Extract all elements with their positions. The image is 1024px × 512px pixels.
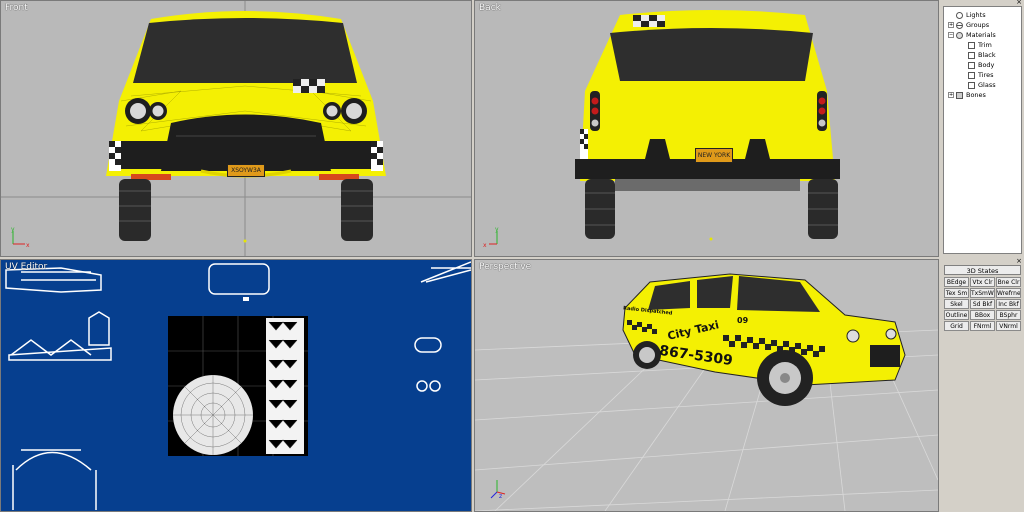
tree-item-groups[interactable]: + Groups [948, 20, 989, 30]
state-button-fnrml[interactable]: FNrml [970, 321, 995, 331]
svg-text:x: x [26, 242, 30, 249]
material-item-icon [968, 61, 975, 69]
state-button-vnrml[interactable]: VNrml [996, 321, 1021, 331]
material-icon [956, 31, 963, 39]
state-button-bbox[interactable]: BBox [970, 310, 995, 320]
state-button-vtx-clr[interactable]: Vtx Clr [970, 277, 995, 287]
tree-spacer [960, 52, 966, 58]
tree-item-bones[interactable]: + Bones [948, 90, 986, 100]
tree-item-label: Trim [978, 41, 992, 49]
tree-item-trim[interactable]: Trim [960, 40, 992, 50]
viewport-label-front: Front [5, 3, 28, 13]
light-icon [956, 11, 963, 19]
svg-text:x: x [483, 242, 487, 249]
front-viewport[interactable]: Front y x XSOYW3A [0, 0, 472, 257]
tree-item-label: Tires [978, 71, 994, 79]
tree-spacer [960, 62, 966, 68]
uv-layout [5, 261, 471, 510]
tree-item-label: Body [978, 61, 995, 69]
tree-item-label: Black [978, 51, 996, 59]
back-car-render: y x [483, 10, 840, 249]
state-button-outline[interactable]: Outline [944, 310, 969, 320]
back-license-plate: NEW YORK [695, 148, 733, 163]
expand-toggle-icon[interactable]: − [948, 32, 954, 38]
state-button-skel[interactable]: Skel [944, 299, 969, 309]
tree-item-label: Groups [966, 21, 990, 29]
material-item-icon [968, 51, 975, 59]
state-button-sd-bkf[interactable]: Sd Bkf [970, 299, 995, 309]
roof-number-text: 09 [737, 316, 749, 325]
tree-item-glass[interactable]: Glass [960, 80, 996, 90]
expand-toggle-icon[interactable]: + [948, 92, 954, 98]
tree-spacer [948, 12, 954, 18]
tree-item-tires[interactable]: Tires [960, 70, 994, 80]
state-button-tex-sm[interactable]: Tex Sm [944, 288, 969, 298]
3d-states-panel: × 3D States BEdge Vtx Clr Bne Clr Tex Sm TxS… [941, 258, 1024, 512]
tree-item-black[interactable]: Black [960, 50, 996, 60]
viewport-label-back: Back [479, 3, 501, 13]
tree-spacer [960, 72, 966, 78]
state-button-grid[interactable]: Grid [944, 321, 969, 331]
expand-toggle-icon[interactable]: + [948, 22, 954, 28]
tree-item-label: Materials [966, 31, 996, 39]
tree-item-materials[interactable]: − Materials [948, 30, 996, 40]
svg-text:z: z [499, 493, 502, 500]
state-button-wrefrne[interactable]: Wrefrne [996, 288, 1021, 298]
tree-item-label: Lights [966, 11, 986, 19]
state-button-bsphr[interactable]: BSphr [996, 310, 1021, 320]
uv-editor-viewport[interactable]: UV Editor [0, 259, 472, 512]
svg-text:y: y [11, 226, 15, 233]
viewport-label-perspective: Perspective [479, 262, 532, 272]
scene-tree-panel: × Lights + Groups − Materials Trim Black Body Ti… [941, 0, 1024, 257]
tree-item-lights[interactable]: Lights [948, 10, 986, 20]
perspective-viewport[interactable]: Perspective z City Taxi 867-5309 Radio D… [474, 259, 939, 512]
material-item-icon [968, 41, 975, 49]
3d-states-title: 3D States [944, 265, 1021, 275]
state-button-bne-clr[interactable]: Bne Clr [996, 277, 1021, 287]
material-item-icon [968, 81, 975, 89]
tree-item-body[interactable]: Body [960, 60, 994, 70]
tree-item-label: Glass [978, 81, 996, 89]
front-car-render: y x [1, 1, 471, 256]
scene-tree[interactable]: Lights + Groups − Materials Trim Black Body Tire… [943, 6, 1022, 254]
tree-spacer [960, 42, 966, 48]
back-viewport[interactable]: Back y x NEW YORK [474, 0, 939, 257]
bone-icon [956, 91, 963, 99]
material-item-icon [968, 71, 975, 79]
state-button-bedge[interactable]: BEdge [944, 277, 969, 287]
viewport-label-uv-editor: UV Editor [5, 262, 48, 272]
state-button-txsmwr[interactable]: TxSmWr [970, 288, 995, 298]
tree-item-label: Bones [966, 91, 986, 99]
tree-spacer [960, 82, 966, 88]
svg-text:y: y [495, 226, 499, 233]
perspective-car-render: z [475, 273, 938, 511]
close-icon[interactable]: × [1016, 258, 1022, 265]
group-icon [956, 21, 963, 29]
front-license-plate: XSOYW3A [227, 164, 265, 177]
state-button-inc-bkf[interactable]: Inc Bkf [996, 299, 1021, 309]
